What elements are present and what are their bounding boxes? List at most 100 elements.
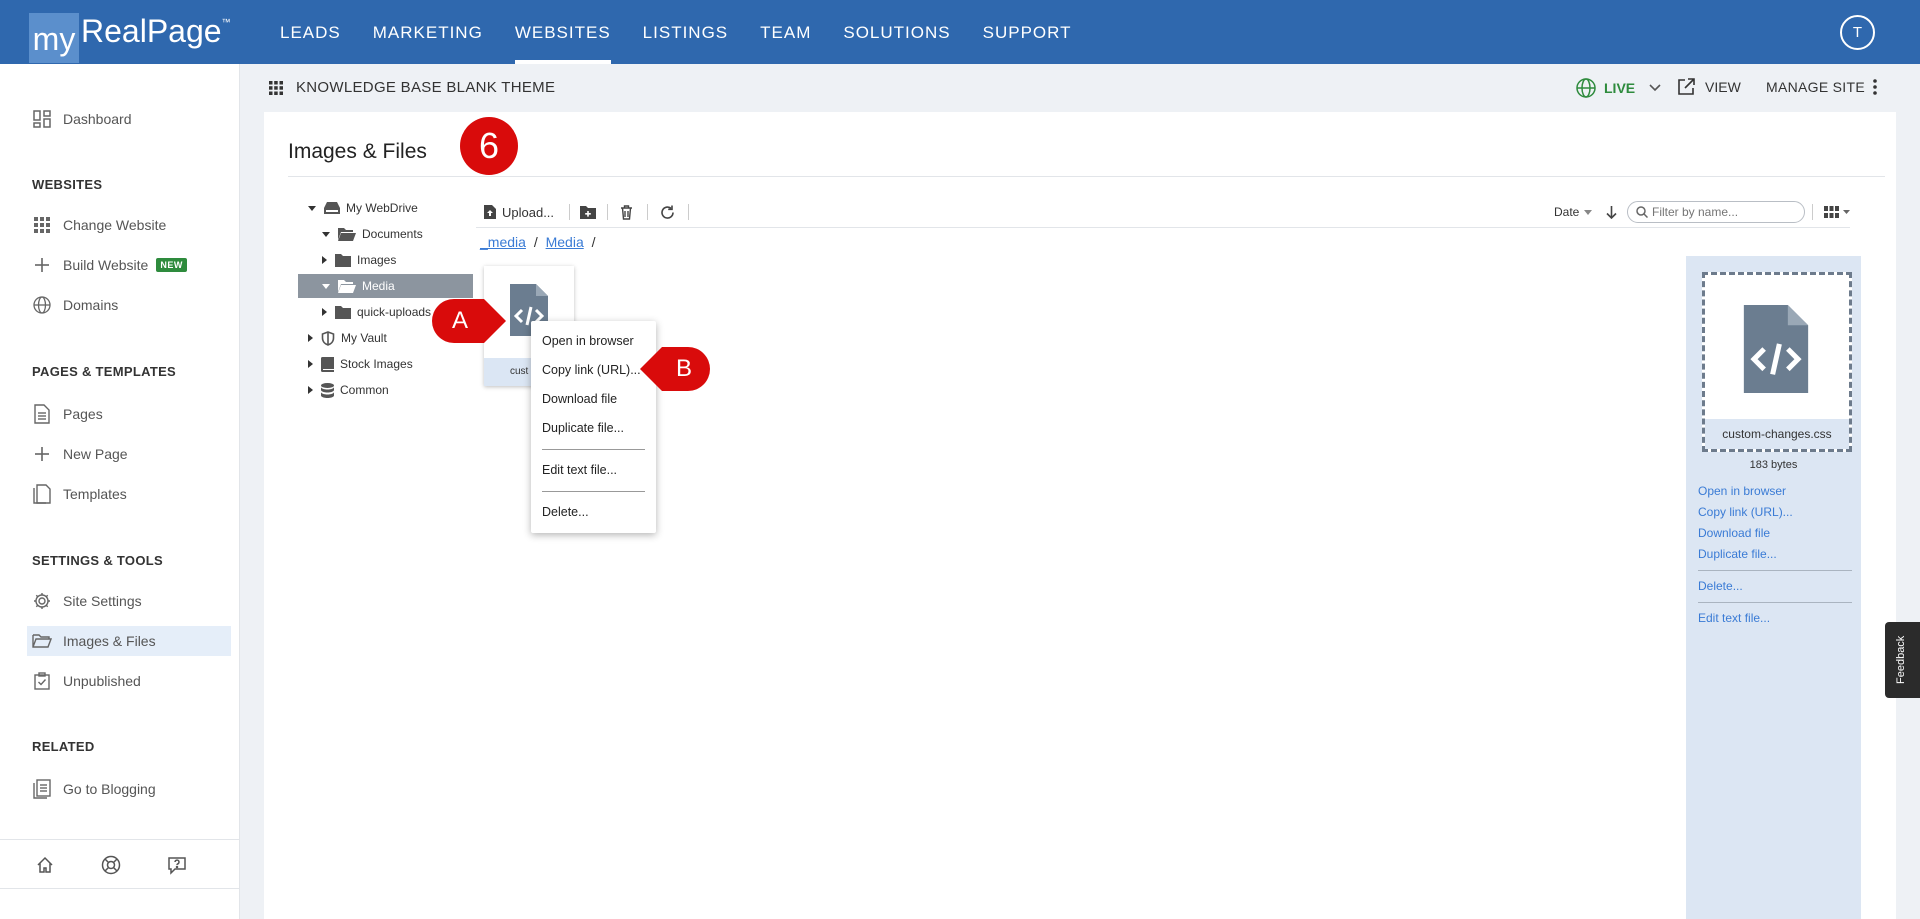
marker-a: A (432, 299, 506, 343)
expand-caret-icon (308, 386, 313, 394)
breadcrumb-media[interactable]: Media (546, 234, 584, 250)
code-file-icon (1743, 305, 1809, 393)
nav-leads[interactable]: LEADS (264, 0, 357, 64)
sidebar-item-label: Templates (63, 486, 127, 502)
toolbar-divider (647, 204, 648, 220)
caret-down-icon (1584, 209, 1593, 215)
sort-field-dropdown[interactable]: Date (1554, 201, 1593, 223)
live-status-dropdown[interactable]: LIVE (1576, 78, 1661, 98)
sidebar-item-unpublished[interactable]: Unpublished (27, 666, 231, 696)
drive-icon (324, 202, 340, 214)
tree-images[interactable]: Images (322, 248, 468, 272)
manage-site-menu[interactable]: MANAGE SITE (1766, 79, 1877, 95)
toolbar-divider (569, 204, 570, 220)
nav-team[interactable]: TEAM (744, 0, 827, 64)
marker-b: B (640, 347, 710, 391)
details-edit-text-file[interactable]: Edit text file... (1698, 611, 1770, 625)
details-delete[interactable]: Delete... (1698, 579, 1743, 593)
sidebar-item-domains[interactable]: Domains (27, 290, 231, 320)
tree-label: Images (357, 253, 397, 267)
ctx-divider (542, 449, 645, 450)
ctx-open-in-browser[interactable]: Open in browser (542, 334, 634, 348)
details-download-file[interactable]: Download file (1698, 526, 1770, 540)
filter-by-name-input[interactable] (1627, 201, 1805, 223)
site-header: KNOWLEDGE BASE BLANK THEME LIVE VIEW MAN… (241, 64, 1920, 112)
sidebar-item-label: New Page (63, 446, 128, 462)
ctx-download-file[interactable]: Download file (542, 392, 617, 406)
sidebar-item-change-website[interactable]: Change Website (27, 210, 231, 240)
expand-caret-icon (322, 283, 330, 289)
sidebar-item-dashboard[interactable]: Dashboard (27, 104, 231, 134)
folder-open-icon (338, 227, 356, 241)
breadcrumb-media-root[interactable]: _media (480, 234, 526, 250)
chevron-down-icon (1649, 84, 1661, 92)
sidebar-item-label: Site Settings (63, 593, 142, 609)
sidebar-item-site-settings[interactable]: Site Settings (27, 586, 231, 616)
realpage-logo[interactable]: my RealPage ™ (29, 13, 231, 63)
sidebar-item-label: Go to Blogging (63, 781, 156, 797)
expand-caret-icon (322, 231, 330, 237)
blog-icon (32, 779, 52, 799)
ctx-delete[interactable]: Delete... (542, 505, 589, 519)
ctx-divider (542, 491, 645, 492)
sidebar-item-pages[interactable]: Pages (27, 399, 231, 429)
globe-icon (1576, 78, 1596, 98)
details-open-in-browser[interactable]: Open in browser (1698, 484, 1786, 498)
more-vertical-icon (1873, 79, 1877, 95)
file-context-menu: Open in browser Copy link (URL)... Downl… (531, 321, 656, 533)
new-folder-button[interactable] (580, 201, 596, 223)
nav-listings[interactable]: LISTINGS (627, 0, 744, 64)
upload-button[interactable]: Upload... (484, 201, 554, 223)
user-avatar[interactable]: T (1840, 15, 1875, 50)
chat-help-icon[interactable] (166, 854, 188, 876)
grid-icon (32, 215, 52, 235)
apps-grid-icon[interactable] (269, 81, 283, 100)
sort-direction-button[interactable] (1606, 201, 1617, 223)
details-copy-link[interactable]: Copy link (URL)... (1698, 505, 1793, 519)
tree-common[interactable]: Common (308, 378, 468, 402)
ctx-duplicate-file[interactable]: Duplicate file... (542, 421, 624, 435)
arrow-down-icon (1606, 205, 1617, 219)
sidebar-item-templates[interactable]: Templates (27, 479, 231, 509)
sidebar-item-go-to-blogging[interactable]: Go to Blogging (27, 774, 231, 804)
sidebar-section-related: RELATED (32, 739, 95, 754)
tree-stock-images[interactable]: Stock Images (308, 352, 468, 376)
delete-button[interactable] (620, 201, 633, 223)
step-number-badge: 6 (460, 117, 518, 175)
nav-marketing[interactable]: MARKETING (357, 0, 499, 64)
nav-support[interactable]: SUPPORT (967, 0, 1088, 64)
main-menu: LEADS MARKETING WEBSITES LISTINGS TEAM S… (264, 0, 1088, 64)
tree-documents[interactable]: Documents (322, 222, 468, 246)
ctx-copy-link[interactable]: Copy link (URL)... (542, 363, 641, 377)
feedback-tab[interactable]: Feedback (1885, 622, 1920, 698)
manage-site-label: MANAGE SITE (1766, 79, 1865, 95)
sidebar-item-label: Images & Files (63, 633, 156, 649)
view-site-button[interactable]: VIEW (1677, 78, 1741, 96)
logo-realpage: RealPage (81, 13, 222, 49)
view-label: VIEW (1705, 79, 1741, 95)
sidebar-item-build-website[interactable]: Build Website NEW (27, 250, 231, 280)
refresh-button[interactable] (660, 201, 675, 223)
tree-media[interactable]: Media (298, 274, 473, 298)
sidebar-footer (0, 839, 240, 889)
folder-icon (335, 253, 351, 267)
view-mode-dropdown[interactable] (1824, 201, 1850, 223)
toolbar-divider (1812, 204, 1813, 220)
nav-websites[interactable]: WEBSITES (499, 0, 627, 64)
sidebar-item-new-page[interactable]: New Page (27, 439, 231, 469)
home-icon[interactable] (34, 854, 56, 876)
file-preview[interactable]: custom-changes.css (1702, 272, 1852, 452)
sidebar-item-label: Domains (63, 297, 119, 313)
ctx-edit-text-file[interactable]: Edit text file... (542, 463, 617, 477)
expand-caret-icon (308, 360, 313, 368)
sidebar-item-images-files[interactable]: Images & Files (27, 626, 231, 656)
details-duplicate-file[interactable]: Duplicate file... (1698, 547, 1777, 561)
help-lifebuoy-icon[interactable] (100, 854, 122, 876)
folder-icon (335, 305, 351, 319)
file-details-panel: custom-changes.css 183 bytes Open in bro… (1686, 256, 1861, 919)
tree-my-webdrive[interactable]: My WebDrive (308, 196, 468, 220)
sidebar-item-label: Pages (63, 406, 103, 422)
folder-open-icon (32, 631, 52, 651)
nav-solutions[interactable]: SOLUTIONS (827, 0, 966, 64)
templates-icon (32, 484, 52, 504)
